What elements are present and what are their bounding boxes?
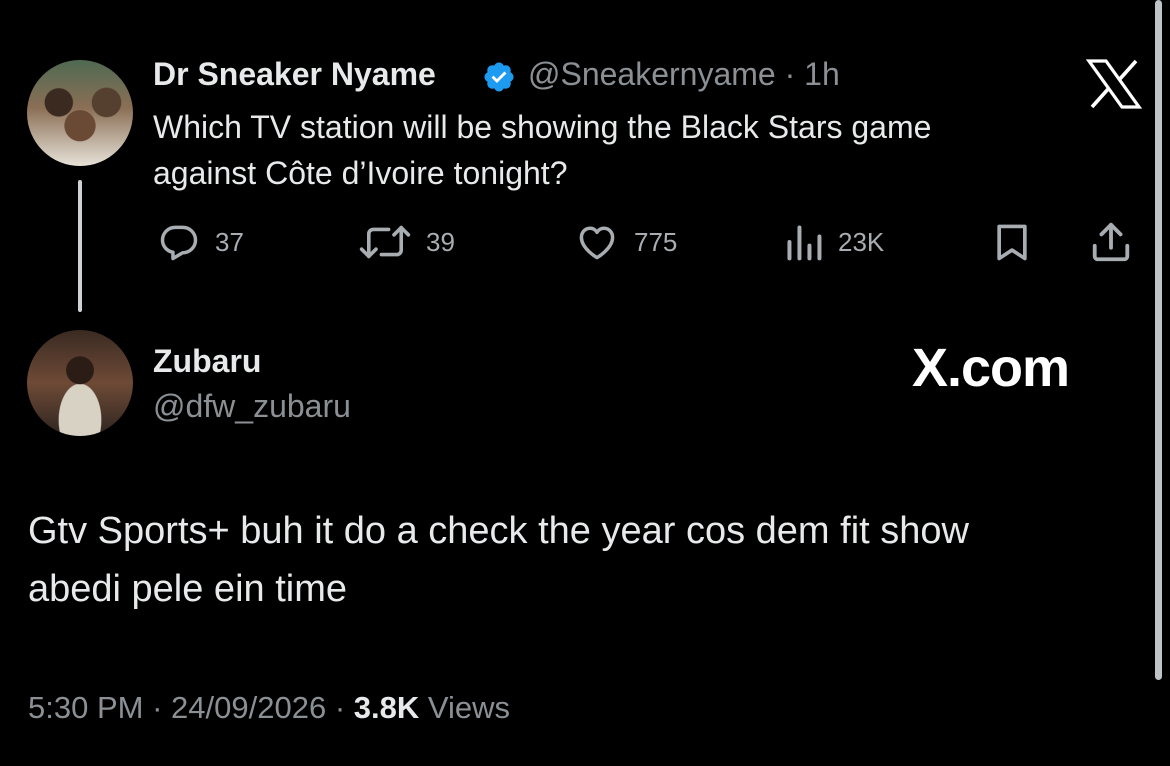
separator-dot: · xyxy=(152,690,163,725)
xcom-watermark-text: X.com xyxy=(912,338,1070,398)
tweet-footer-meta: 5:30 PM · 24/09/2026 · 3.8K Views xyxy=(28,690,510,726)
handle-original[interactable]: @Sneakernyame xyxy=(528,56,776,92)
tweet-text-line: Which TV station will be showing the Bla… xyxy=(153,109,932,145)
x-logo-icon xyxy=(1086,59,1142,109)
handle-reply[interactable]: @dfw_zubaru xyxy=(153,388,351,425)
tweet-text-original: Which TV station will be showing the Bla… xyxy=(153,104,1073,196)
views-label: Views xyxy=(427,690,511,725)
separator-dot: · xyxy=(784,56,796,92)
xcom-watermark: X.com xyxy=(912,336,1070,400)
like-count: 775 xyxy=(634,226,678,257)
avatar-sneakernyame[interactable] xyxy=(27,60,133,166)
share-button[interactable] xyxy=(1088,218,1134,266)
reply-icon xyxy=(160,225,198,261)
views-total[interactable]: 3.8K xyxy=(354,690,419,725)
separator-dot: · xyxy=(334,690,346,725)
tweet-text-line: abedi pele ein time xyxy=(28,568,347,610)
bookmark-icon xyxy=(997,224,1027,261)
repost-icon xyxy=(359,225,411,259)
display-name-reply[interactable]: Zubaru xyxy=(153,343,261,380)
handle-and-time-original: @Sneakernyame · 1h xyxy=(528,56,840,93)
post-date[interactable]: 24/09/2026 xyxy=(171,690,326,725)
bookmark-button[interactable] xyxy=(990,218,1034,266)
avatar-dfw-zubaru[interactable] xyxy=(27,330,133,436)
tweet-screenshot: Dr Sneaker Nyame @Sneakernyame · 1h Whic… xyxy=(0,0,1170,766)
views-chart-icon xyxy=(787,225,822,261)
reply-button[interactable]: 37 xyxy=(157,218,244,266)
post-time[interactable]: 5:30 PM xyxy=(28,690,143,725)
tweet-text-line: against Côte d’Ivoire tonight? xyxy=(153,155,568,191)
time-ago[interactable]: 1h xyxy=(804,56,840,92)
share-icon xyxy=(1092,222,1130,262)
repost-count: 39 xyxy=(426,226,455,257)
repost-button[interactable]: 39 xyxy=(358,218,455,266)
display-name-original[interactable]: Dr Sneaker Nyame xyxy=(153,56,436,93)
reply-count: 37 xyxy=(215,226,244,257)
verified-badge-icon xyxy=(484,62,514,92)
like-button[interactable]: 775 xyxy=(574,218,677,266)
tweet-text-reply: Gtv Sports+ buh it do a check the year c… xyxy=(28,502,1128,618)
views-count: 23K xyxy=(838,226,885,257)
heart-icon xyxy=(579,226,615,260)
thread-connector-line xyxy=(78,180,82,312)
tweet-text-line: Gtv Sports+ buh it do a check the year c… xyxy=(28,510,969,552)
scrollbar[interactable] xyxy=(1155,0,1162,680)
views-button[interactable]: 23K xyxy=(784,218,884,266)
